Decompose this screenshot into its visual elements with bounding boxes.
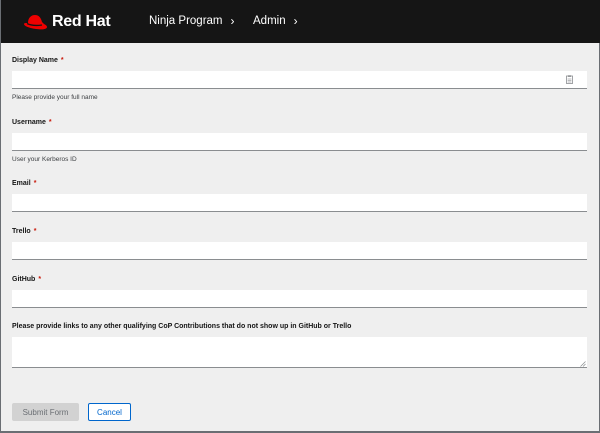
chevron-right-icon: ›: [293, 14, 298, 28]
github-label: GitHub *: [12, 276, 42, 283]
nav-label: Admin: [253, 15, 286, 27]
display-name-label: Display Name *: [12, 57, 64, 64]
username-field[interactable]: [12, 133, 587, 151]
contributions-textarea[interactable]: [12, 337, 587, 368]
red-hat-fedora-icon: [24, 15, 47, 30]
nav-item-ninja-program[interactable]: Ninja Program ›: [149, 14, 235, 28]
clipboard-icon[interactable]: [566, 75, 573, 84]
username-label: Username *: [12, 119, 52, 126]
resize-grip-icon[interactable]: [580, 361, 586, 367]
nav-label: Ninja Program: [149, 15, 223, 27]
required-marker: *: [33, 180, 37, 187]
cancel-button[interactable]: Cancel: [88, 403, 131, 421]
email-field[interactable]: [12, 194, 587, 212]
app-frame: Red Hat Ninja Program › Admin › Display …: [0, 0, 600, 433]
required-marker: *: [60, 57, 64, 64]
brand-name: Red Hat: [52, 13, 111, 30]
email-label: Email *: [12, 180, 37, 187]
chevron-right-icon: ›: [230, 14, 235, 28]
trello-field[interactable]: [12, 242, 587, 260]
github-field[interactable]: [12, 290, 587, 308]
nav-item-admin[interactable]: Admin ›: [253, 14, 298, 28]
masthead: Red Hat Ninja Program › Admin ›: [1, 0, 600, 43]
display-name-helper: Please provide your full name: [12, 94, 98, 101]
required-marker: *: [38, 276, 42, 283]
trello-label: Trello *: [12, 228, 37, 235]
required-marker: *: [48, 119, 52, 126]
username-helper: User your Kerberos ID: [12, 156, 77, 163]
required-marker: *: [33, 228, 37, 235]
display-name-field[interactable]: [12, 71, 587, 89]
brand-logo[interactable]: Red Hat: [22, 12, 111, 32]
contributions-label: Please provide links to any other qualif…: [12, 323, 352, 330]
submit-form-button[interactable]: Submit Form: [12, 403, 79, 421]
